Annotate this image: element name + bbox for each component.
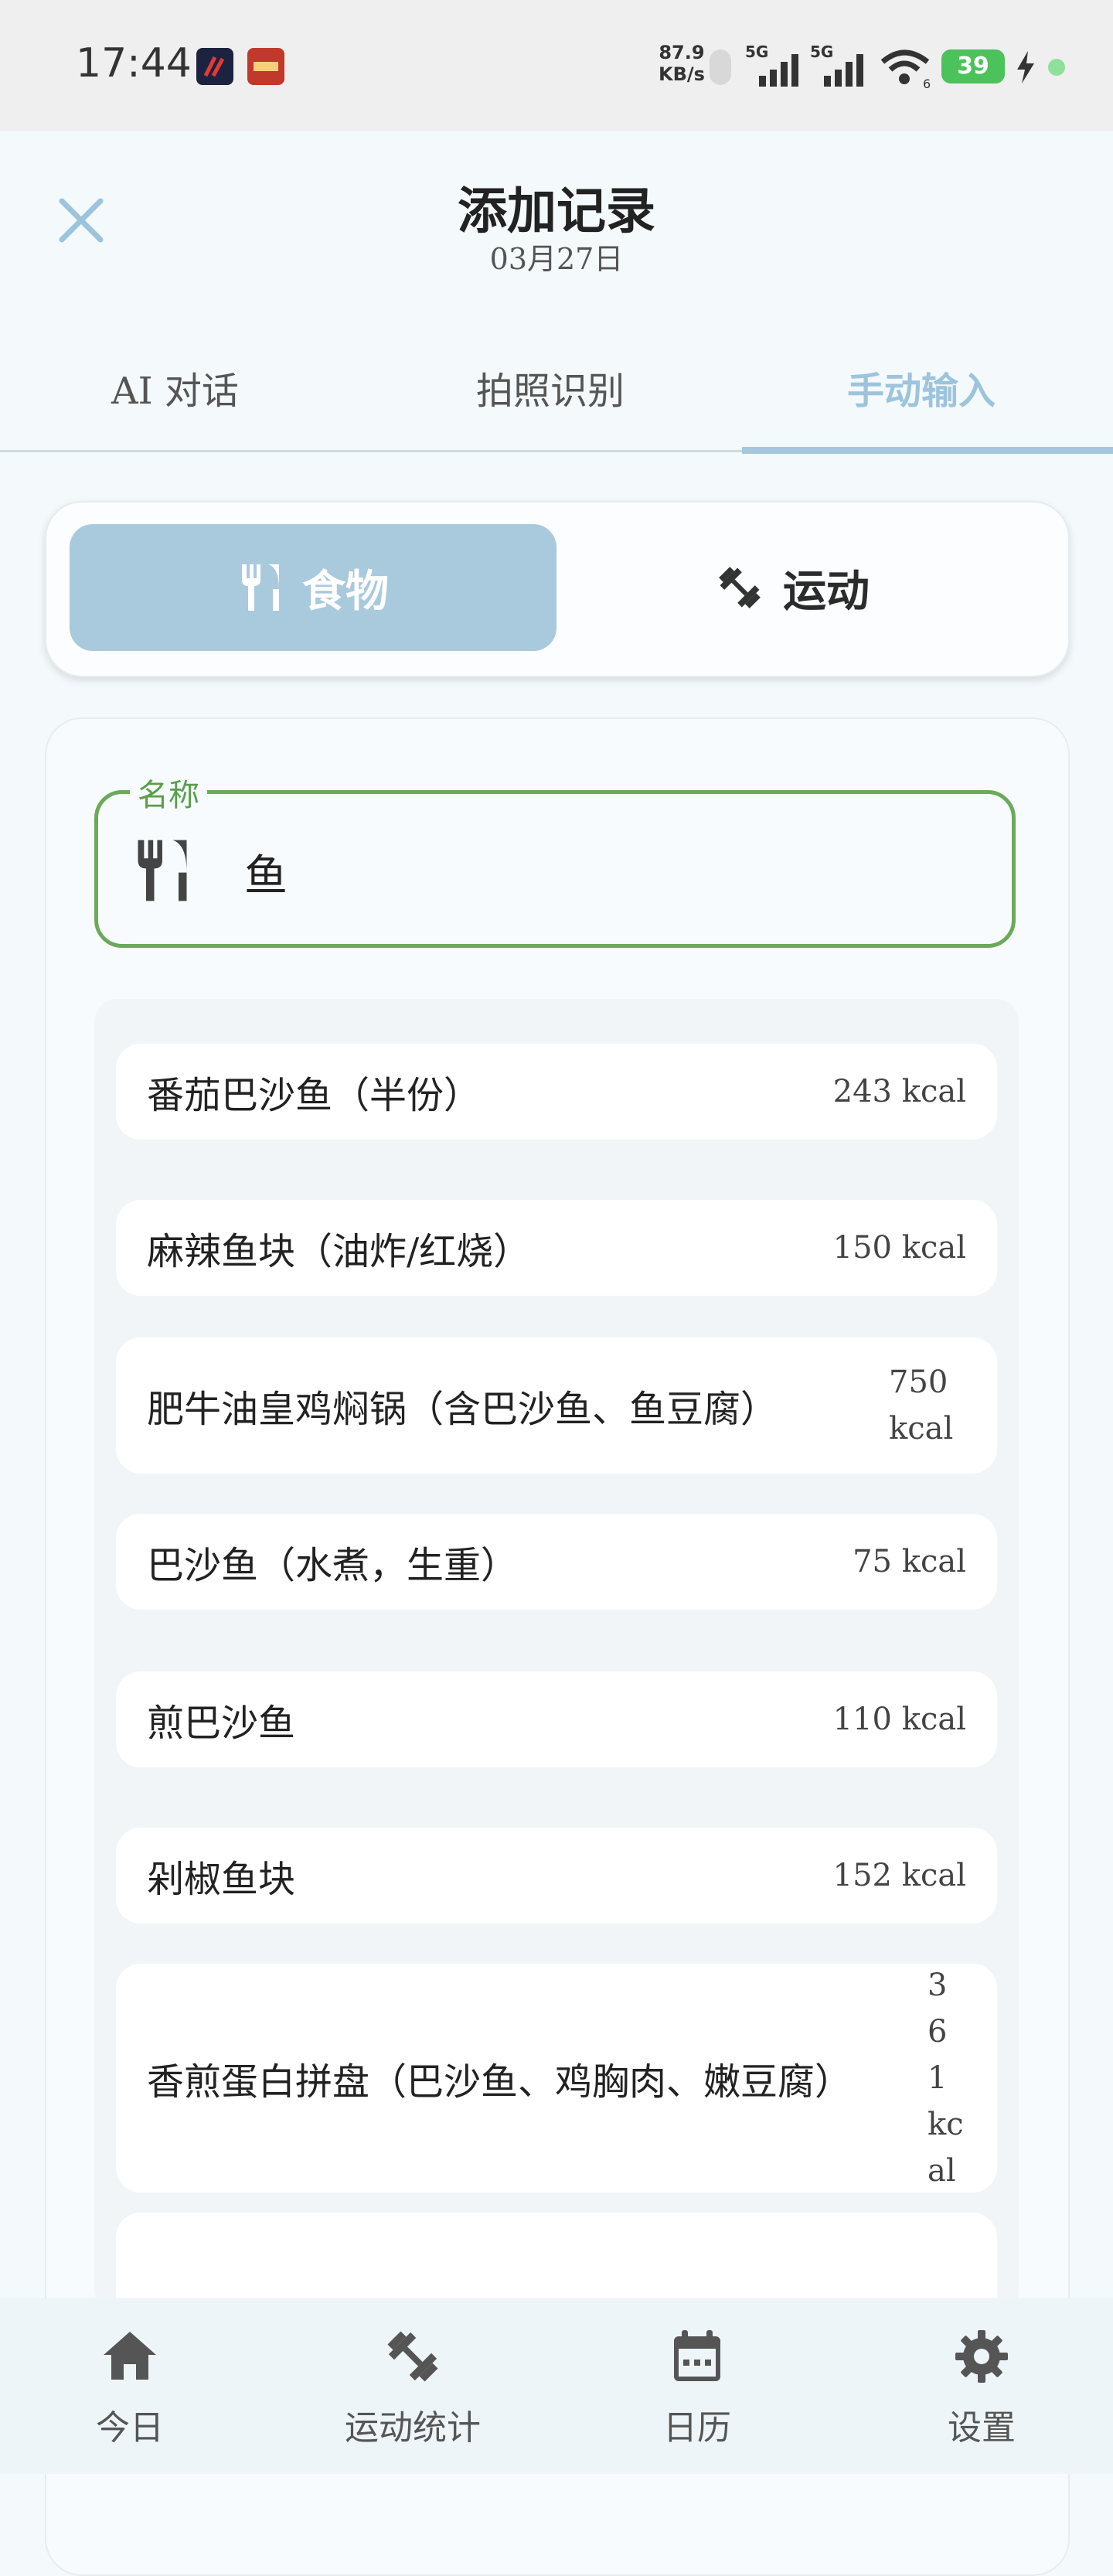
dumbbell-icon (719, 567, 761, 608)
nav-today[interactable]: 今日 (0, 2327, 269, 2449)
wifi-sub-label: 6 (923, 77, 931, 90)
list-item[interactable]: 番茄巴沙鱼（半份） 243 kcal (116, 1044, 997, 1140)
gear-icon (955, 2330, 1008, 2383)
food-type-label: 食物 (302, 565, 389, 617)
calendar-icon (674, 2330, 720, 2381)
nav-exercise-stats-label: 运动统计 (345, 2408, 481, 2448)
food-name: 番茄巴沙鱼（半份） (147, 1074, 482, 1117)
sport-type-label: 运动 (783, 565, 870, 617)
food-name: 煎巴沙鱼 (147, 1702, 296, 1745)
tab-ai-chat[interactable]: AI 对话 (111, 360, 239, 414)
home-icon (104, 2332, 156, 2380)
status-time: 17:44 (76, 40, 192, 87)
food-name: 剁椒鱼块 (147, 1858, 296, 1901)
food-type-button[interactable]: 食物 (70, 524, 556, 651)
food-kcal: 75 kcal (853, 1544, 966, 1579)
dumbbell-icon (387, 2331, 438, 2382)
wifi-icon: 6 (880, 46, 934, 91)
name-field-label: 名称 (130, 770, 207, 815)
list-item[interactable]: 巴沙鱼（水煮，生重） 75 kcal (116, 1514, 997, 1610)
signal-label: 5G (745, 45, 768, 61)
fork-knife-icon-field (131, 838, 193, 903)
food-kcal: 750 kcal (889, 1365, 954, 1446)
nav-today-label: 今日 (96, 2408, 164, 2448)
food-kcal: 152 kcal (832, 1858, 966, 1893)
battery-indicator: 39 (941, 49, 1005, 83)
nav-calendar-label: 日历 (663, 2408, 731, 2448)
food-kcal: 361 kcal (928, 1968, 964, 2189)
sport-type-button[interactable]: 运动 (564, 524, 1020, 651)
list-item[interactable]: 剁椒鱼块 152 kcal (116, 1828, 997, 1923)
app-notification-icon-2 (247, 48, 284, 85)
tab-manual-input[interactable]: 手动输入 (847, 360, 996, 414)
list-item[interactable] (116, 2213, 997, 2305)
tab-photo-recognition[interactable]: 拍照识别 (476, 360, 625, 414)
notification-dot (1048, 59, 1065, 76)
food-name: 肥牛油皇鸡焖锅（含巴沙鱼、鱼豆腐） (147, 1388, 778, 1431)
nav-calendar[interactable]: 日历 (558, 2327, 836, 2449)
list-item[interactable]: 肥牛油皇鸡焖锅（含巴沙鱼、鱼豆腐） 750 kcal (116, 1337, 997, 1474)
list-item[interactable]: 麻辣鱼块（油炸/红烧） 150 kcal (116, 1200, 997, 1296)
list-item[interactable]: 香煎蛋白拼盘（巴沙鱼、鸡胸肉、嫩豆腐） 361 kcal (116, 1964, 997, 2193)
fork-knife-icon (242, 564, 279, 611)
food-kcal: 150 kcal (832, 1230, 966, 1266)
list-item[interactable]: 煎巴沙鱼 110 kcal (116, 1671, 997, 1767)
charging-icon (1014, 51, 1037, 83)
signal-icon-2: 5G (808, 43, 878, 88)
name-field[interactable] (94, 790, 1016, 948)
food-kcal: 243 kcal (832, 1074, 966, 1109)
vpn-icon (710, 49, 731, 85)
food-kcal: 110 kcal (832, 1702, 966, 1737)
page-title: 添加记录 (458, 182, 655, 240)
signal-icon: 5G (744, 43, 813, 88)
food-name: 麻辣鱼块（油炸/红烧） (147, 1230, 531, 1273)
nav-settings[interactable]: 设置 (842, 2327, 1113, 2449)
food-name: 巴沙鱼（水煮，生重） (147, 1544, 519, 1587)
app-notification-icon (196, 48, 233, 85)
signal-label-2: 5G (810, 45, 833, 61)
tab-indicator (742, 447, 1113, 454)
food-name: 香煎蛋白拼盘（巴沙鱼、鸡胸肉、嫩豆腐） (147, 2060, 853, 2104)
page-date: 03月27日 (489, 242, 624, 276)
net-speed: 87.9 KB/s (659, 42, 705, 85)
nav-settings-label: 设置 (948, 2408, 1016, 2448)
nav-exercise-stats[interactable]: 运动统计 (274, 2327, 552, 2449)
name-input[interactable]: 鱼 (244, 841, 288, 904)
